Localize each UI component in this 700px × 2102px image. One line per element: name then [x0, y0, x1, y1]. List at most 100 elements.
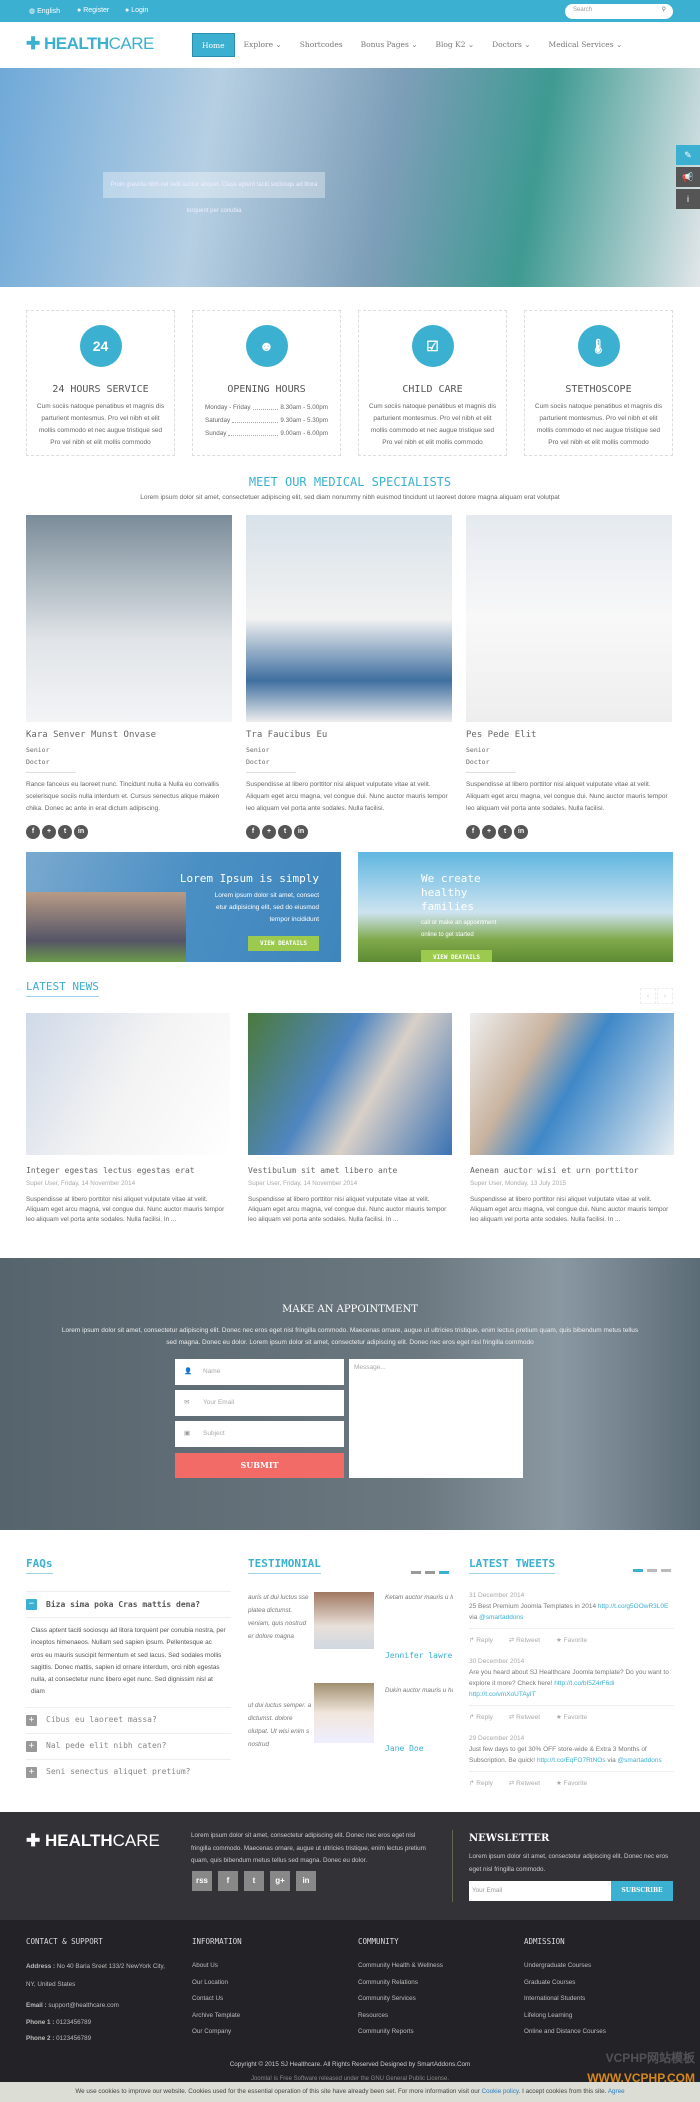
- handle-link[interactable]: @smartaddons: [618, 1757, 662, 1764]
- reply-button[interactable]: ↱ Reply: [469, 1635, 493, 1646]
- nav-item[interactable]: Home: [192, 33, 235, 57]
- view-details-button[interactable]: VIEW DEATAILS: [421, 950, 492, 962]
- twitter-icon[interactable]: t: [278, 825, 292, 839]
- faq-item[interactable]: − Biza sima poka Cras mattis dena?: [26, 1591, 231, 1617]
- google-plus-icon[interactable]: +: [42, 825, 56, 839]
- footer-link[interactable]: About Us: [192, 1958, 242, 1975]
- name-input[interactable]: 👤 Name: [175, 1359, 344, 1385]
- specialist-photo[interactable]: [246, 515, 452, 722]
- minus-icon[interactable]: −: [26, 1599, 37, 1610]
- specialist-photo[interactable]: [26, 515, 232, 722]
- footer-link[interactable]: Our Location: [192, 1975, 242, 1992]
- subscribe-button[interactable]: SUBSCRIBE: [611, 1881, 673, 1901]
- footer-link[interactable]: Graduate Courses: [524, 1975, 606, 1992]
- next-arrow-icon[interactable]: ›: [657, 988, 673, 1004]
- footer-link[interactable]: Archive Template: [192, 2008, 242, 2025]
- footer-link[interactable]: Community Health & Wellness: [358, 1958, 443, 1975]
- plus-icon[interactable]: +: [26, 1714, 37, 1726]
- nav-item[interactable]: Explore ⌄: [235, 33, 291, 57]
- news-title[interactable]: Vestibulum sit amet libero ante: [248, 1166, 454, 1175]
- footer-link[interactable]: Our Company: [192, 2024, 242, 2041]
- specialist-name[interactable]: Kara Senver Munst Onvase: [26, 730, 232, 740]
- submit-button[interactable]: SUBMIT: [175, 1453, 344, 1478]
- favorite-button[interactable]: ★ Favorite: [556, 1778, 587, 1789]
- newsletter-email-input[interactable]: Your Email: [469, 1881, 611, 1901]
- tweet-link[interactable]: http://t.co/vmXoUTAyIT: [469, 1691, 536, 1698]
- nav-item[interactable]: Doctors ⌄: [483, 33, 539, 57]
- nav-item[interactable]: Bonus Pages ⌄: [352, 33, 427, 57]
- banner-family[interactable]: Lorem Ipsum is simply Lorem ipsum dolor …: [26, 852, 341, 962]
- in-icon[interactable]: in: [296, 1871, 316, 1891]
- language-link[interactable]: ◍ English: [29, 7, 60, 15]
- reply-button[interactable]: ↱ Reply: [469, 1778, 493, 1789]
- info-icon[interactable]: i: [676, 189, 700, 209]
- faq-item[interactable]: + Cibus eu laoreet massa?: [26, 1706, 231, 1733]
- footer-link[interactable]: Online and Distance Courses: [524, 2024, 606, 2041]
- retweet-button[interactable]: ⇄ Retweet: [509, 1778, 540, 1789]
- testimonial-pager[interactable]: [411, 1571, 449, 1574]
- login-link[interactable]: ● Login: [125, 7, 148, 14]
- news-image[interactable]: [26, 1013, 230, 1155]
- f-icon[interactable]: f: [218, 1871, 238, 1891]
- twitter-icon[interactable]: t: [58, 825, 72, 839]
- footer-link[interactable]: Resources: [358, 2008, 443, 2025]
- g+-icon[interactable]: g+: [270, 1871, 290, 1891]
- tweet-link[interactable]: http://t.co/bI5Z4rF6di: [554, 1680, 614, 1687]
- footer-link[interactable]: International Students: [524, 1991, 606, 2008]
- google-plus-icon[interactable]: +: [262, 825, 276, 839]
- news-title[interactable]: Aenean auctor wisi et urn porttitor: [470, 1166, 676, 1175]
- megaphone-icon[interactable]: 📢: [676, 167, 700, 187]
- tweet-link[interactable]: http://t.co/EqFO7RtNOs: [537, 1757, 606, 1764]
- linkedin-icon[interactable]: in: [74, 825, 88, 839]
- news-image[interactable]: [470, 1013, 674, 1155]
- message-textarea[interactable]: Message...: [349, 1359, 523, 1478]
- plus-icon[interactable]: +: [26, 1740, 37, 1752]
- handle-link[interactable]: @smartaddons: [479, 1614, 523, 1621]
- agree-button[interactable]: Agree: [608, 2088, 625, 2095]
- nav-item[interactable]: Blog K2 ⌄: [426, 33, 483, 57]
- email-input[interactable]: ✉ Your Email: [175, 1390, 344, 1416]
- logo[interactable]: ✚ HEALTHCARE: [26, 34, 154, 54]
- favorite-button[interactable]: ★ Favorite: [556, 1712, 587, 1723]
- linkedin-icon[interactable]: in: [294, 825, 308, 839]
- banner-healthy-families[interactable]: We create healthy families call or make …: [358, 852, 673, 962]
- wrench-icon[interactable]: ✎: [676, 145, 700, 165]
- google-plus-icon[interactable]: +: [482, 825, 496, 839]
- tweet-link[interactable]: http://t.co/g5OOwR3L0E: [598, 1603, 668, 1610]
- favorite-button[interactable]: ★ Favorite: [556, 1635, 587, 1646]
- tweets-pager[interactable]: [633, 1569, 671, 1572]
- nav-item[interactable]: Shortcodes: [291, 33, 352, 57]
- retweet-button[interactable]: ⇄ Retweet: [509, 1712, 540, 1723]
- nav-item[interactable]: Medical Services ⌄: [540, 33, 632, 57]
- rss-icon[interactable]: rss: [192, 1871, 212, 1891]
- footer-link[interactable]: Community Services: [358, 1991, 443, 2008]
- prev-arrow-icon[interactable]: ‹: [640, 988, 656, 1004]
- facebook-icon[interactable]: f: [246, 825, 260, 839]
- faq-item[interactable]: + Nal pede elit nibh caten?: [26, 1732, 231, 1759]
- twitter-icon[interactable]: t: [498, 825, 512, 839]
- t-icon[interactable]: t: [244, 1871, 264, 1891]
- view-details-button[interactable]: VIEW DEATAILS: [248, 936, 319, 951]
- specialist-photo[interactable]: [466, 515, 672, 722]
- specialist-name[interactable]: Tra Faucibus Eu: [246, 730, 452, 740]
- cookie-policy-link[interactable]: Cookie policy: [482, 2088, 519, 2095]
- footer-link[interactable]: Contact Us: [192, 1991, 242, 2008]
- footer-link[interactable]: Lifelong Learning: [524, 2008, 606, 2025]
- faq-item[interactable]: + Seni senectus aliquet pretium?: [26, 1758, 231, 1785]
- footer-link[interactable]: Undergraduate Courses: [524, 1958, 606, 1975]
- retweet-button[interactable]: ⇄ Retweet: [509, 1635, 540, 1646]
- news-title[interactable]: Integer egestas lectus egestas erat: [26, 1166, 232, 1175]
- linkedin-icon[interactable]: in: [514, 825, 528, 839]
- news-image[interactable]: [248, 1013, 452, 1155]
- footer-link[interactable]: Community Relations: [358, 1975, 443, 1992]
- subject-input[interactable]: ▣ Subject: [175, 1421, 344, 1447]
- reply-button[interactable]: ↱ Reply: [469, 1712, 493, 1723]
- search-icon[interactable]: ⚲: [662, 6, 666, 13]
- search-input[interactable]: Search ⚲: [565, 4, 673, 19]
- footer-link[interactable]: Community Reports: [358, 2024, 443, 2041]
- facebook-icon[interactable]: f: [466, 825, 480, 839]
- plus-icon[interactable]: +: [26, 1766, 37, 1778]
- register-link[interactable]: ● Register: [77, 7, 109, 14]
- specialist-name[interactable]: Pes Pede Elit: [466, 730, 672, 740]
- facebook-icon[interactable]: f: [26, 825, 40, 839]
